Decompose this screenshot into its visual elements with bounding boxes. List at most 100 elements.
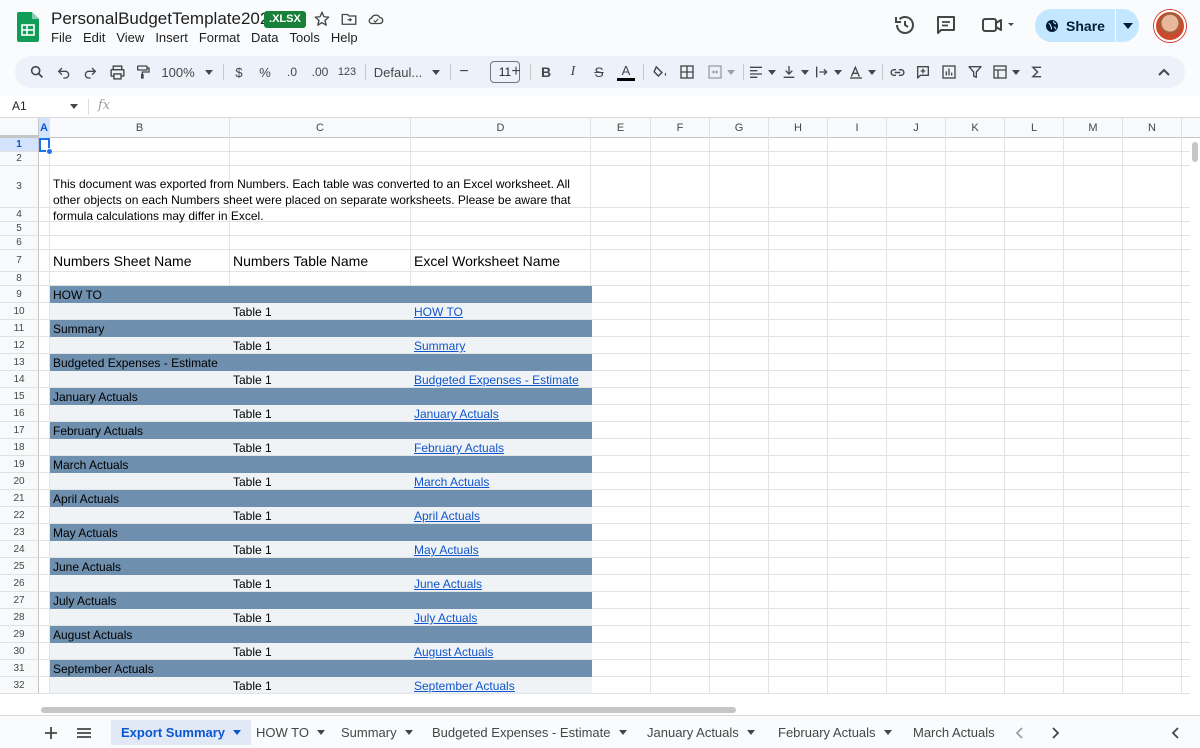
column-header-f[interactable]: F bbox=[651, 118, 710, 138]
column-header-l[interactable]: L bbox=[1005, 118, 1064, 138]
row-header-10[interactable]: 10 bbox=[0, 303, 39, 320]
row-header-13[interactable]: 13 bbox=[0, 354, 39, 371]
menu-data[interactable]: Data bbox=[251, 30, 289, 48]
table-link-row[interactable] bbox=[50, 439, 592, 455]
sheet-name-cell[interactable]: September Actuals bbox=[53, 662, 154, 676]
menu-help[interactable]: Help bbox=[331, 30, 369, 48]
column-header-b[interactable]: B bbox=[50, 118, 230, 138]
document-title[interactable]: PersonalBudgetTemplate2024 bbox=[51, 9, 279, 29]
sheet-tab-export-summary[interactable]: Export Summary bbox=[111, 720, 252, 745]
more-formats-button[interactable]: 123 bbox=[335, 56, 359, 88]
insert-comment-button[interactable] bbox=[912, 56, 934, 88]
format-percent-button[interactable]: % bbox=[255, 56, 275, 88]
chevron-down-icon[interactable] bbox=[233, 730, 242, 735]
redo-button[interactable] bbox=[78, 56, 102, 88]
table-link-row[interactable] bbox=[50, 643, 592, 659]
table-link-row[interactable] bbox=[50, 609, 592, 625]
sheet-tab-january-actuals[interactable]: January Actuals bbox=[637, 720, 765, 745]
vertical-align-button[interactable] bbox=[780, 56, 810, 88]
fill-handle[interactable] bbox=[46, 148, 53, 155]
horizontal-scroll-thumb[interactable] bbox=[41, 707, 736, 713]
font-family-select[interactable]: Defaul... bbox=[373, 56, 441, 88]
sheet-tab-february-actuals[interactable]: February Actuals bbox=[768, 720, 902, 745]
worksheet-link[interactable]: Summary bbox=[414, 339, 465, 353]
sheet-tab-how-to[interactable]: HOW TO bbox=[246, 720, 335, 745]
share-options-button[interactable] bbox=[1115, 9, 1139, 42]
merge-cells-button[interactable] bbox=[703, 56, 739, 88]
sheet-name-row[interactable] bbox=[50, 592, 592, 609]
table-name-cell[interactable]: Table 1 bbox=[233, 611, 272, 625]
row-header-7[interactable]: 7 bbox=[0, 250, 39, 272]
sheet-name-row[interactable] bbox=[50, 558, 592, 575]
worksheet-link[interactable]: September Actuals bbox=[414, 679, 515, 693]
decrease-decimal-button[interactable]: .0 bbox=[280, 56, 304, 88]
all-sheets-button[interactable] bbox=[68, 720, 100, 745]
table-link-row[interactable] bbox=[50, 405, 592, 421]
row-header-12[interactable]: 12 bbox=[0, 337, 39, 354]
select-all-corner[interactable] bbox=[0, 118, 39, 138]
menu-file[interactable]: File bbox=[51, 30, 83, 48]
column-header-j[interactable]: J bbox=[887, 118, 946, 138]
search-menus-button[interactable] bbox=[25, 56, 49, 88]
worksheet-link[interactable]: March Actuals bbox=[414, 475, 489, 489]
format-currency-button[interactable]: $ bbox=[229, 56, 249, 88]
zoom-select[interactable]: 100% bbox=[161, 56, 213, 88]
chevron-down-icon[interactable] bbox=[404, 730, 413, 735]
paint-format-button[interactable] bbox=[131, 56, 155, 88]
table-name-cell[interactable]: Table 1 bbox=[233, 339, 272, 353]
column-header-n[interactable]: N bbox=[1123, 118, 1182, 138]
filter-views-button[interactable] bbox=[989, 56, 1023, 88]
vertical-scroll-thumb[interactable] bbox=[1192, 142, 1198, 162]
worksheet-link[interactable]: May Actuals bbox=[414, 543, 479, 557]
sheet-name-cell[interactable]: February Actuals bbox=[53, 424, 143, 438]
export-note[interactable]: This document was exported from Numbers.… bbox=[53, 176, 593, 224]
chevron-down-icon[interactable] bbox=[70, 100, 78, 112]
horizontal-align-button[interactable] bbox=[747, 56, 777, 88]
sheet-tab-march-actuals[interactable]: March Actuals bbox=[903, 720, 1005, 745]
sheet-name-cell[interactable]: June Actuals bbox=[53, 560, 121, 574]
chevron-down-icon[interactable] bbox=[618, 730, 627, 735]
sheet-name-row[interactable] bbox=[50, 524, 592, 541]
functions-button[interactable] bbox=[1027, 56, 1047, 88]
explore-panel-button[interactable] bbox=[1166, 720, 1186, 745]
column-header-m[interactable]: M bbox=[1064, 118, 1123, 138]
table-link-row[interactable] bbox=[50, 473, 592, 489]
table-name-cell[interactable]: Table 1 bbox=[233, 577, 272, 591]
table-name-cell[interactable]: Table 1 bbox=[233, 305, 272, 319]
column-header-e[interactable]: E bbox=[591, 118, 651, 138]
move-folder-icon[interactable] bbox=[340, 10, 358, 28]
table-name-cell[interactable]: Table 1 bbox=[233, 373, 272, 387]
row-header-31[interactable]: 31 bbox=[0, 660, 39, 677]
sheet-tab-summary[interactable]: Summary bbox=[331, 720, 423, 745]
undo-button[interactable] bbox=[52, 56, 76, 88]
scroll-tabs-right-button[interactable] bbox=[1045, 720, 1065, 745]
row-header-6[interactable]: 6 bbox=[0, 236, 39, 250]
row-header-29[interactable]: 29 bbox=[0, 626, 39, 643]
comments-icon[interactable] bbox=[934, 13, 958, 37]
hide-menus-button[interactable] bbox=[1153, 56, 1175, 88]
row-header-4[interactable]: 4 bbox=[0, 208, 39, 222]
share-button[interactable]: Share bbox=[1035, 9, 1114, 42]
menu-insert[interactable]: Insert bbox=[155, 30, 199, 48]
header-table-name[interactable]: Numbers Table Name bbox=[233, 253, 368, 269]
chevron-down-icon[interactable] bbox=[883, 730, 892, 735]
sheet-name-cell[interactable]: May Actuals bbox=[53, 526, 118, 540]
row-header-32[interactable]: 32 bbox=[0, 677, 39, 694]
row-header-14[interactable]: 14 bbox=[0, 371, 39, 388]
table-link-row[interactable] bbox=[50, 303, 592, 319]
menu-tools[interactable]: Tools bbox=[289, 30, 330, 48]
text-color-button[interactable]: A bbox=[615, 56, 637, 88]
version-history-icon[interactable] bbox=[893, 13, 917, 37]
avatar[interactable] bbox=[1154, 10, 1186, 42]
table-name-cell[interactable]: Table 1 bbox=[233, 441, 272, 455]
column-header-g[interactable]: G bbox=[710, 118, 769, 138]
text-rotation-button[interactable] bbox=[846, 56, 878, 88]
worksheet-link[interactable]: July Actuals bbox=[414, 611, 477, 625]
row-header-20[interactable]: 20 bbox=[0, 473, 39, 490]
strikethrough-button[interactable]: S bbox=[589, 56, 609, 88]
sheet-name-cell[interactable]: HOW TO bbox=[53, 288, 102, 302]
star-icon[interactable] bbox=[313, 10, 331, 28]
row-header-21[interactable]: 21 bbox=[0, 490, 39, 507]
row-header-16[interactable]: 16 bbox=[0, 405, 39, 422]
spreadsheet-grid[interactable]: ABCDEFGHIJKLMN 1 2 3 4 5 6 7 8 9 10 11 12 13 14 15 16 17… bbox=[0, 118, 1200, 715]
